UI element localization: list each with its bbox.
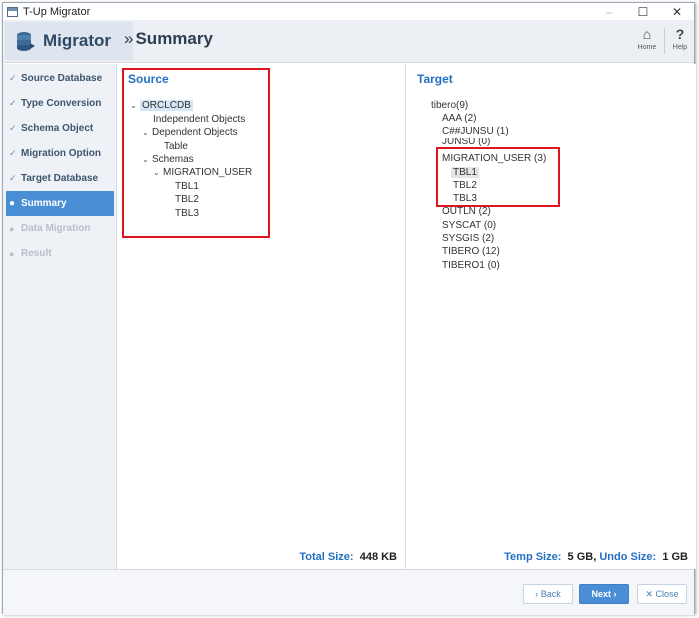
nav-step-label: Source Database [21,73,103,84]
temp-size-label: Temp Size: [504,551,562,563]
close-button[interactable]: ✕ Close [637,584,687,604]
window-controls: – ☐ ✕ [592,3,694,20]
home-icon: ⌂ [642,26,652,42]
tree-node-label: TIBERO1 (0) [442,260,500,271]
target-node-tibero-root[interactable]: tibero(9) [431,99,468,112]
window-title: T-Up Migrator [23,5,91,18]
header-divider [664,28,665,54]
nav-step-label: Summary [21,198,67,209]
undo-size-label: Undo Size: [599,551,657,563]
source-highlight-box [122,68,270,238]
brand-name: Migrator [43,31,111,50]
bullet-icon: ● [9,198,16,209]
check-icon: ✓ [9,148,17,158]
target-highlight-box [436,147,560,207]
database-icon [17,32,35,51]
nav-step-migration-option[interactable]: ✓ Migration Option [3,141,116,166]
brand: Migrator [5,22,133,60]
nav-step-schema-object[interactable]: ✓ Schema Object [3,116,116,141]
page-title: » Summary [124,29,213,49]
app-header: Migrator » Summary ⌂ Home ? Help [3,20,694,63]
nav-step-type-conversion[interactable]: ✓ Type Conversion [3,91,116,116]
total-size-info: Total Size: 448 KB [299,551,397,563]
target-node-junsu[interactable]: JUNSU (0) [442,138,490,146]
bullet-icon: ● [9,248,15,259]
nav-step-label: Type Conversion [21,98,102,109]
page-title-text: Summary [135,29,213,48]
nav-step-source-database[interactable]: ✓ Source Database [3,66,116,91]
nav-step-result: ● Result [3,241,116,266]
next-button[interactable]: Next › [579,584,629,604]
tree-node-label: AAA (2) [442,113,477,124]
nav-step-target-database[interactable]: ✓ Target Database [3,166,116,191]
temp-size-value: 5 GB [567,551,594,563]
help-icon: ? [675,26,685,42]
tree-node-label: OUTLN (2) [442,206,491,217]
nav-step-label: Migration Option [21,148,101,159]
undo-size-value: 1 GB [662,551,688,563]
check-icon: ✓ [9,173,17,183]
target-node-sysgis[interactable]: SYSGIS (2) [442,232,494,245]
target-node-aaa[interactable]: AAA (2) [442,112,476,125]
nav-step-label: Target Database [21,173,99,184]
wizard-step-nav: ✓ Source Database ✓ Type Conversion ✓ Sc… [3,64,117,569]
target-node-tibero[interactable]: TIBERO (12) [442,245,500,258]
nav-step-summary[interactable]: ● Summary [6,191,114,216]
check-icon: ✓ [9,123,17,133]
app-window: T-Up Migrator – ☐ ✕ Migrator » Summary ⌂ … [2,2,696,615]
back-button[interactable]: ‹ Back [523,584,573,604]
breadcrumb-chevron: » [124,29,134,48]
nav-step-label: Schema Object [21,123,94,134]
nav-step-data-migration: ● Data Migration [3,216,116,241]
tree-node-label: C##JUNSU (1) [442,126,509,137]
app-icon [7,6,18,17]
total-size-value: 448 KB [359,551,397,563]
total-size-label: Total Size: [299,551,354,563]
close-window-button[interactable]: ✕ [660,3,694,20]
target-node-tibero1[interactable]: TIBERO1 (0) [442,259,500,272]
title-bar: T-Up Migrator – ☐ ✕ [3,3,694,20]
target-node-syscat[interactable]: SYSCAT (0) [442,219,496,232]
source-panel: Source ⌄ ORCLCDB Independent Objects ⌄ Dep… [118,64,406,569]
minimize-button[interactable]: – [592,3,626,20]
target-size-info: Temp Size: 5 GB, Undo Size: 1 GB [504,551,688,563]
home-label: Home [637,44,657,51]
help-button[interactable]: ? Help [666,26,694,51]
tree-node-label: tibero(9) [431,100,469,111]
wizard-footer: ‹ Back Next › ✕ Close [3,569,694,615]
tree-node-label: TIBERO (12) [442,246,500,257]
target-node-c-junsu[interactable]: C##JUNSU (1) [442,125,509,138]
check-icon: ✓ [9,98,17,108]
tree-node-label: JUNSU (0) [442,138,491,146]
target-panel: Target tibero(9) AAA (2) C##JUNSU (1) JU… [407,64,696,569]
help-label: Help [672,44,688,51]
nav-step-label: Result [21,248,52,259]
check-icon: ✓ [9,73,17,83]
bullet-icon: ● [9,223,15,234]
maximize-button[interactable]: ☐ [626,3,660,20]
tree-node-label: SYSCAT (0) [442,220,497,231]
nav-step-label: Data Migration [21,223,91,234]
target-panel-title: Target [417,72,453,86]
tree-node-label: SYSGIS (2) [442,233,495,244]
home-button[interactable]: ⌂ Home [633,26,661,51]
